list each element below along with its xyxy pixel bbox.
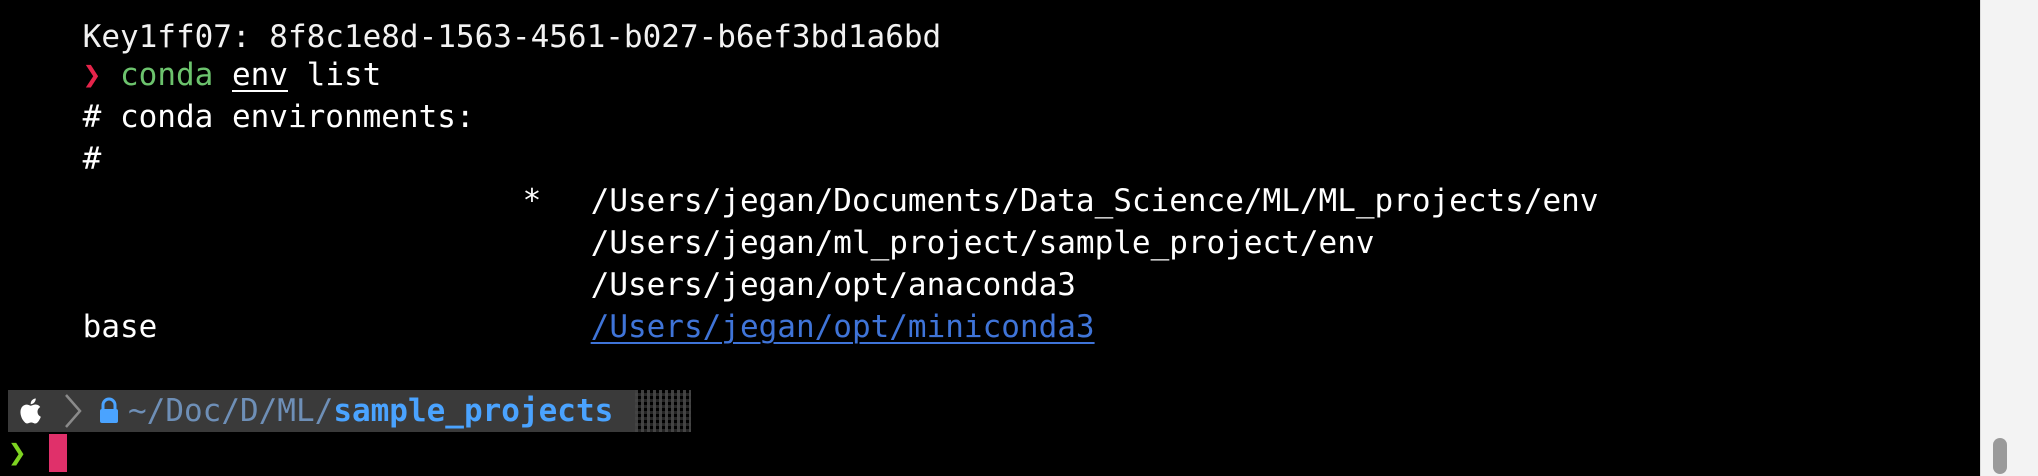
lock-icon [90,390,128,432]
current-directory: ~/Doc/D/ML/sample_projects [90,390,636,432]
text-cursor [48,434,67,472]
env-row: */Users/jegan/Documents/Data_Science/ML/… [8,138,1599,219]
terminal-window[interactable]: Key1ff07: 8f8c1e8d-1563-4561-b027-b6ef3b… [0,0,1980,476]
env-path-link[interactable]: /Users/jegan/opt/miniconda3 [591,309,1095,345]
output-comment-line: # [8,96,102,177]
env-row: /Users/jegan/ml_project/sample_project/e… [8,180,1375,261]
directory-path-prefix: ~/Doc/D/ML/ [128,393,334,429]
apple-icon [8,390,56,432]
directory-current: sample_projects [333,393,614,429]
powerline-prompt: ~/Doc/D/ML/sample_projects [8,390,692,432]
scrollbar-thumb[interactable] [1993,438,2007,474]
output-header-line: # conda environments: [8,54,475,135]
chevron-right-icon [56,390,90,432]
input-prompt-chevron-icon: ❯ [8,435,27,471]
env-row: base/Users/jegan/opt/miniconda3 [8,264,1095,345]
powerline-fade-decoration [635,390,692,432]
env-row: /Users/jegan/opt/anaconda3 [8,222,1076,303]
vertical-scrollbar[interactable] [1980,0,2038,476]
command-line: ❯ conda env list [8,12,382,93]
env-name: base [82,309,158,345]
output-header-text: # conda environments: [82,99,475,135]
input-line[interactable]: ❯ [8,432,67,474]
